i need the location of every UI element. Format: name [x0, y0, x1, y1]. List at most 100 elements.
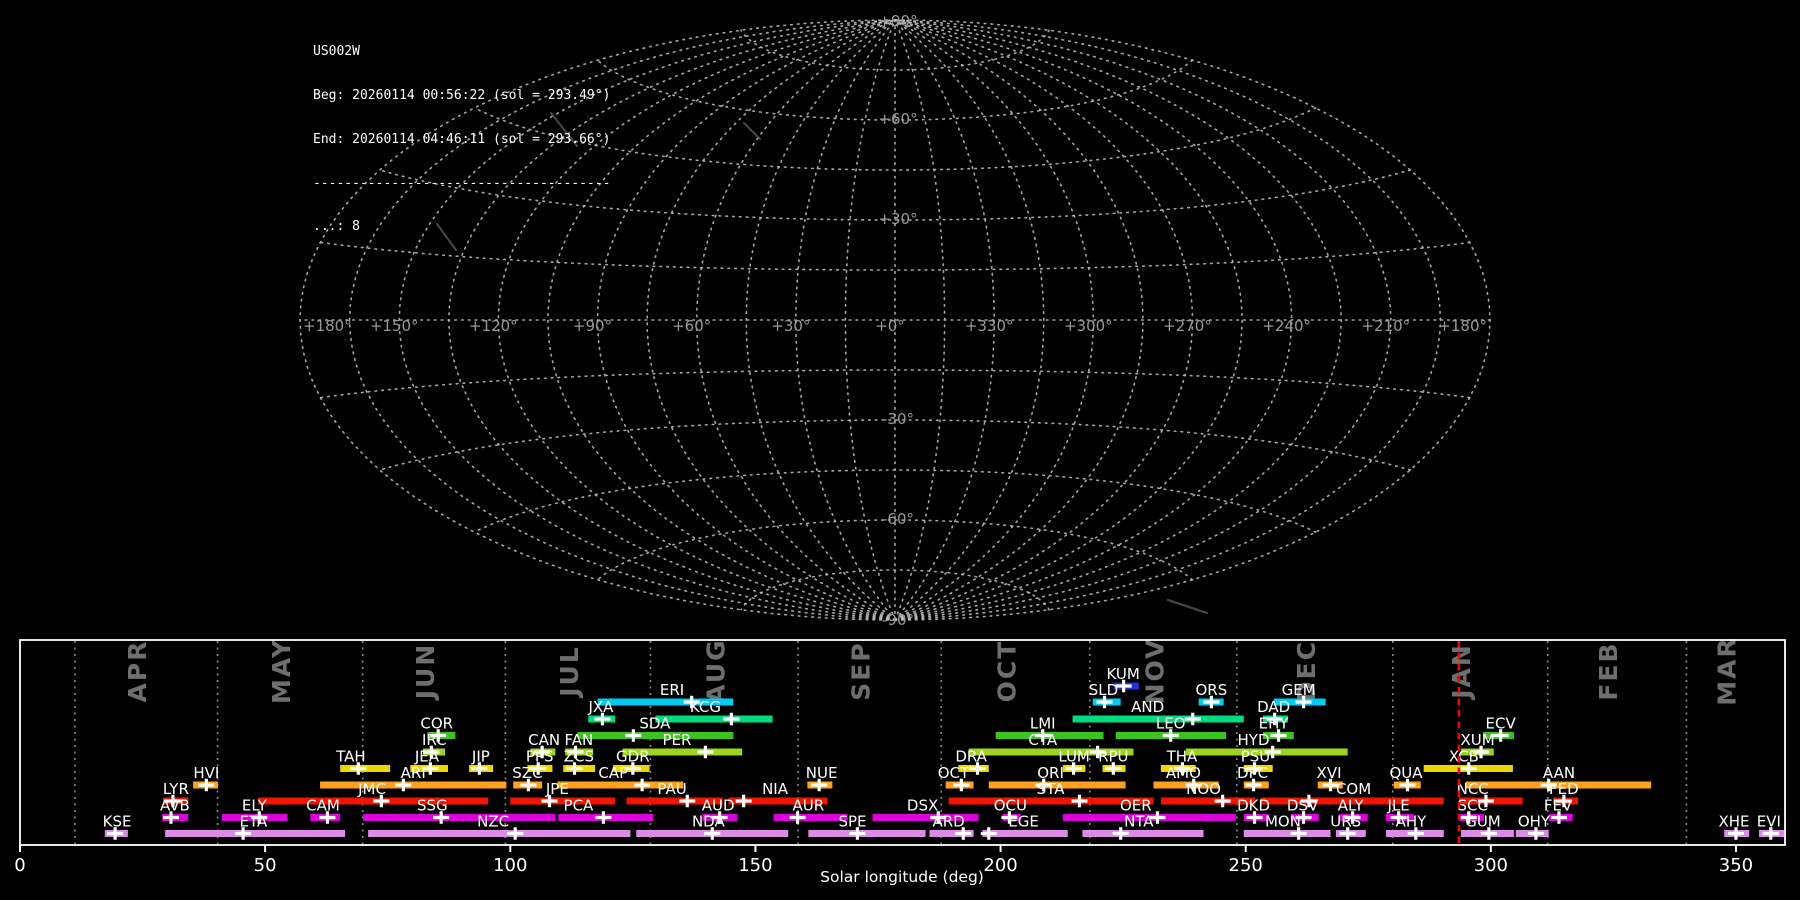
shower-code-label: NOO	[1186, 780, 1221, 798]
shower-AHY: AHY	[1385, 813, 1444, 840]
shower-code-label: HYD	[1238, 731, 1270, 749]
month-label: OCT	[993, 640, 1022, 703]
activity-bar	[363, 814, 556, 821]
begin-time: Beg: 20260114 00:56:22 (sol = 293.49°)	[313, 87, 611, 103]
x-axis-title: Solar longitude (deg)	[820, 868, 984, 886]
shower-OCT: OCT	[938, 764, 974, 792]
shower-code-label: GUM	[1465, 813, 1501, 831]
end-time: End: 20260114 04:46:11 (sol = 293.66°)	[313, 131, 611, 147]
x-axis-tick-label: 300	[1474, 855, 1508, 876]
shower-activity-timeline: APR MAY JUN JUL AUG SEP OCT NOV DEC JAN FEB MARKUME…	[14, 636, 1786, 876]
shower-AVB: AVB	[160, 797, 190, 824]
x-axis-tick-label: 100	[493, 855, 527, 876]
shower-code-label: EVI	[1757, 813, 1781, 831]
activity-bar	[577, 732, 734, 739]
meteor-trail	[1167, 599, 1208, 614]
shower-code-label: ETA	[239, 813, 267, 831]
peak-marker	[1184, 712, 1201, 726]
activity-bar	[1082, 830, 1204, 837]
shower-code-label: QUA	[1389, 764, 1423, 782]
shower-code-label: NCC	[1457, 780, 1489, 798]
shower-code-label: SDA	[639, 715, 671, 733]
peak-marker	[723, 712, 740, 726]
x-axis-tick-label: 200	[983, 855, 1017, 876]
longitude-label: +30°	[771, 317, 810, 335]
shower-CAM: CAM	[306, 797, 341, 824]
shower-SLD: SLD	[1089, 681, 1121, 709]
x-axis-tick-label: 50	[254, 855, 277, 876]
shower-code-label: NTA	[1124, 813, 1154, 831]
activity-bar	[773, 814, 848, 821]
peak-marker	[507, 827, 524, 840]
shower-NUE: NUE	[806, 764, 838, 792]
longitude-label: +180°	[303, 317, 352, 335]
peak-marker	[634, 778, 651, 792]
latitude-label: +90°	[878, 12, 917, 30]
shower-code-label: HVI	[193, 764, 219, 782]
month-label: MAR	[1713, 636, 1742, 705]
peak-marker	[735, 794, 752, 808]
shower-code-label: AHY	[1396, 813, 1428, 831]
shower-code-label: ARI	[401, 764, 426, 782]
shower-code-label: DPC	[1237, 764, 1268, 782]
meteor-trail	[743, 122, 761, 140]
longitude-label: +180°	[1438, 317, 1487, 335]
shower-code-label: ORS	[1195, 681, 1227, 699]
month-label: MAY	[267, 638, 296, 704]
shower-DPC: DPC	[1237, 764, 1269, 792]
shower-code-label: XUM	[1460, 731, 1494, 749]
activity-bar	[808, 830, 926, 837]
shower-code-label: EHY	[1259, 715, 1290, 733]
activity-bar	[258, 797, 489, 805]
shower-code-label: PSU	[1241, 748, 1271, 766]
activity-bar	[165, 830, 346, 837]
shower-code-label: NUE	[806, 764, 838, 782]
month-label: JUL	[555, 645, 584, 699]
shower-code-label: FED	[1549, 780, 1579, 798]
longitude-label: +330°	[965, 317, 1014, 335]
shower-code-label: LEO	[1156, 715, 1186, 733]
latitude-label: -60°	[882, 510, 914, 528]
shower-code-label: FAN	[565, 731, 594, 749]
month-label: SEP	[847, 641, 876, 700]
shower-code-label: URS	[1330, 813, 1361, 831]
shower-code-label: SLD	[1089, 681, 1118, 699]
month-label: APR	[123, 640, 152, 703]
month-label: JAN	[1447, 643, 1476, 701]
activity-bar	[1243, 830, 1331, 837]
peak-marker	[697, 745, 714, 759]
graticule-parallel	[740, 569, 1050, 611]
shower-TAH: TAH	[335, 748, 391, 775]
shower-code-label: CAP	[598, 764, 628, 782]
shower-code-label: JXA	[587, 698, 614, 716]
shower-code-label: PCA	[564, 797, 595, 815]
shower-RPU: RPU	[1098, 748, 1129, 775]
activity-bar	[655, 715, 773, 723]
shower-JXA: JXA	[587, 698, 616, 726]
shower-XCB: XCB	[1423, 748, 1513, 775]
x-axis-tick-label: 150	[738, 855, 772, 876]
shower-code-label: NDA	[692, 813, 726, 831]
activity-bar	[368, 830, 631, 837]
shower-code-label: TAH	[335, 748, 366, 766]
shower-code-label: GDR	[616, 748, 650, 766]
longitude-label: +60°	[672, 317, 711, 335]
shower-NDA: NDA	[636, 813, 789, 840]
month-label: NOV	[1140, 638, 1169, 705]
shower-code-label: ZCS	[564, 748, 594, 766]
latitude-label: +30°	[878, 210, 917, 228]
month-label: JUN	[411, 643, 440, 702]
x-axis-tick-label: 250	[1229, 855, 1263, 876]
shower-code-label: LYR	[163, 780, 189, 798]
shower-ZCS: ZCS	[563, 748, 596, 775]
longitude-label: +300°	[1064, 317, 1113, 335]
activity-bar	[320, 781, 507, 789]
shower-code-label: OHY	[1518, 813, 1551, 831]
shower-code-label: GEM	[1282, 681, 1316, 699]
shower-code-label: RPU	[1098, 748, 1128, 766]
shower-code-label: ARD	[932, 813, 964, 831]
shower-code-label: COR	[420, 715, 453, 733]
shower-code-label: KCG	[690, 698, 721, 716]
shower-code-label: PAU	[657, 780, 686, 798]
shower-code-label: KSE	[103, 813, 132, 831]
